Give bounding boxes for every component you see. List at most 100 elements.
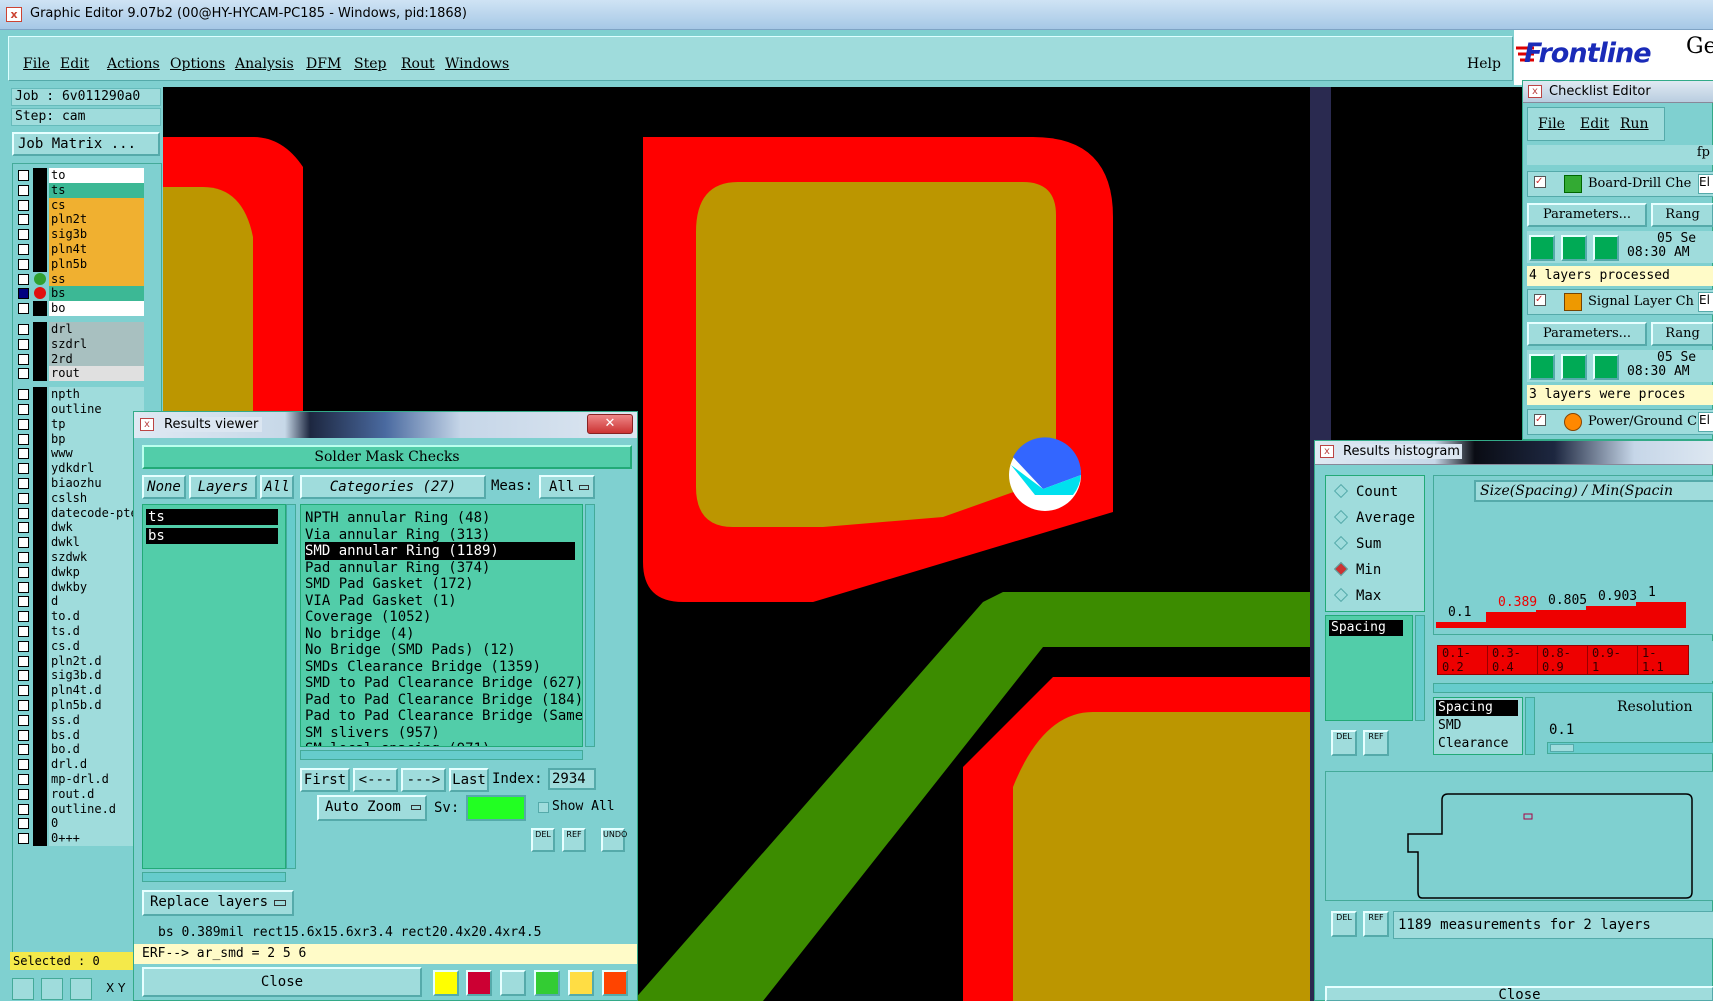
layer-state-icon[interactable] (33, 698, 47, 713)
layer-row[interactable]: pln2t (13, 212, 145, 228)
layer-checkbox[interactable] (18, 596, 29, 608)
layer-name[interactable]: 0 (49, 816, 144, 832)
layer-state-icon[interactable] (33, 727, 47, 743)
check-entry-board-drill[interactable]: ✓ Board-Drill Che El (1527, 171, 1713, 197)
layer-row[interactable]: ✴ss.d (13, 712, 145, 728)
layer-name[interactable]: pln2t (49, 212, 144, 228)
layer-row[interactable]: tp (13, 416, 145, 432)
layer-row[interactable]: bs.d (13, 727, 145, 743)
layer-checkbox[interactable] (18, 492, 29, 504)
layer-state-icon[interactable] (33, 402, 47, 417)
run-icon[interactable] (1561, 235, 1587, 261)
layer-state-icon[interactable] (33, 831, 47, 847)
layer-name[interactable]: bs.d (49, 727, 144, 743)
layer-state-icon[interactable] (33, 336, 47, 352)
category-item[interactable]: Pad to Pad Clearance Bridge (Same (305, 707, 582, 725)
layer-row[interactable]: ⊞bs (13, 286, 145, 302)
layer-checkbox[interactable] (18, 170, 29, 181)
layer-name[interactable]: rout.d (49, 786, 144, 802)
check-entry-signal-layer[interactable]: ✓ Signal Layer Ch El (1527, 289, 1713, 315)
layer-row[interactable]: rout.d (13, 786, 145, 802)
range-button-1[interactable]: Rang (1651, 203, 1713, 227)
layer-name[interactable]: biaozhu (49, 476, 144, 491)
layer-checkbox[interactable] (18, 566, 29, 578)
check-entry-tag[interactable]: El (1698, 412, 1713, 432)
histogram-bar[interactable] (1636, 602, 1686, 628)
layer-checkbox[interactable] (18, 640, 29, 652)
histogram-chart[interactable]: Size(Spacing) / Min(Spacin 0.1 0.389 0.805… (1433, 475, 1713, 635)
layer-checkbox[interactable] (18, 522, 29, 534)
layers-scrollbar[interactable] (286, 504, 296, 869)
layer-name[interactable]: dwkp (49, 564, 144, 580)
layer-name[interactable]: sig3b.d (49, 668, 144, 684)
layer-checkbox[interactable] (18, 700, 29, 711)
layer-checkbox[interactable] (18, 404, 29, 415)
category-item[interactable]: No Bridge (SMD Pads) (12) (305, 641, 516, 659)
layer-state-icon[interactable] (33, 301, 47, 317)
categories-list[interactable]: NPTH annular Ring (48) Via annular Ring (… (300, 504, 583, 747)
layer-name[interactable]: to.d (49, 609, 144, 625)
check-entry-tag[interactable]: El (1698, 292, 1713, 312)
layer-row[interactable]: ts (13, 182, 145, 198)
window-close-button[interactable]: ✕ (587, 414, 633, 434)
layer-checkbox[interactable] (18, 433, 29, 445)
layer-name[interactable]: bo.d (49, 742, 144, 758)
histogram-ref-button[interactable]: REF (1363, 730, 1389, 756)
replace-layers-dropdown[interactable]: Replace layers (142, 890, 294, 916)
category-item[interactable]: SMD annular Ring (1189) (305, 542, 575, 560)
histogram-list-scrollbar[interactable] (1415, 615, 1425, 721)
layer-state-icon[interactable] (33, 594, 47, 610)
layer-name[interactable]: cslsh (49, 490, 144, 506)
layer-state-icon[interactable] (33, 683, 47, 699)
histogram-list-item[interactable]: Spacing (1329, 620, 1403, 636)
category-item[interactable]: VIA Pad Gasket (1) (305, 592, 457, 610)
close-button[interactable]: Close (142, 967, 422, 997)
layer-row[interactable]: dwkby (13, 579, 145, 595)
layer-name[interactable]: szdrl (49, 336, 144, 352)
undo-button[interactable]: UNDO (601, 828, 627, 852)
layer-checkbox[interactable] (18, 803, 29, 815)
category-item[interactable]: SM local spacing (971) (305, 740, 490, 746)
layer-state-icon[interactable] (33, 757, 47, 773)
histogram-range-label[interactable]: 1- 1.1 (1637, 645, 1689, 675)
layer-row[interactable]: 2rd (13, 351, 145, 367)
layer-name[interactable]: sig3b (49, 227, 144, 243)
histogram-del-button[interactable]: DEL (1331, 730, 1357, 756)
layer-name[interactable]: bp (49, 431, 144, 447)
layer-row[interactable]: biaozhu (13, 476, 145, 491)
tool-grid-icon[interactable] (70, 978, 92, 1000)
layer-name[interactable]: cs (49, 197, 144, 213)
layer-list-item[interactable]: ts (146, 509, 278, 525)
param-item[interactable]: Spacing (1436, 700, 1518, 716)
tool-icon-2[interactable] (466, 970, 492, 996)
check-entry-checkbox[interactable]: ✓ (1534, 176, 1546, 188)
tool-icon-3[interactable] (500, 970, 526, 996)
layer-checkbox[interactable] (18, 324, 29, 335)
layer-row[interactable]: pln4t (13, 242, 145, 257)
layer-row[interactable]: pln4t.d (13, 683, 145, 699)
menu-help[interactable]: Help (1467, 56, 1501, 72)
parameters-button-2[interactable]: Parameters... (1527, 322, 1647, 346)
layer-state-icon[interactable] (33, 742, 47, 758)
layer-state-icon[interactable] (33, 520, 47, 536)
checklist-close-icon[interactable]: x (1528, 85, 1542, 98)
sv-color-dropdown[interactable] (466, 795, 526, 821)
layer-checkbox[interactable] (18, 714, 29, 726)
layer-name[interactable]: outline (49, 402, 144, 417)
layer-checkbox[interactable] (18, 214, 29, 226)
layer-row[interactable]: pln5b (13, 256, 145, 272)
param-item[interactable]: SMD (1438, 718, 1461, 733)
tool-icon-1[interactable] (433, 970, 459, 996)
layers-all-button[interactable]: All (260, 475, 294, 499)
checklist-menu-file[interactable]: File (1538, 116, 1565, 132)
radio-sum[interactable]: Sum (1333, 535, 1381, 552)
show-all-checkbox[interactable] (538, 802, 549, 813)
range-button-2[interactable]: Rang (1651, 322, 1713, 346)
prev-button[interactable]: <--- (353, 768, 398, 792)
layer-checkbox[interactable] (18, 184, 29, 196)
layer-checkbox[interactable] (18, 685, 29, 697)
layer-state-icon[interactable] (33, 535, 47, 551)
layer-state-icon[interactable] (33, 624, 47, 639)
layer-row[interactable]: d (13, 594, 145, 610)
ref-button[interactable]: REF (562, 828, 586, 852)
